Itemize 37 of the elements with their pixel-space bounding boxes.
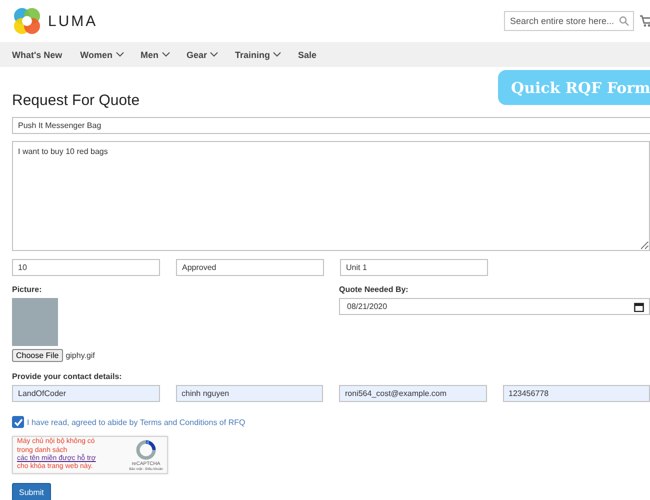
search-icon[interactable] [619, 16, 629, 26]
logo-text[interactable]: LUMA [48, 12, 98, 30]
agree-label[interactable]: I have read, agreed to abide by Terms and Conditions of RFQ [27, 418, 246, 426]
contact-field[interactable]: LandOfCoder [12, 385, 160, 402]
date-field[interactable]: 08/21/2020 [339, 298, 650, 315]
contact-field[interactable]: 123456778 [502, 385, 650, 402]
nav-menu-item[interactable]: Women [80, 50, 124, 60]
nav-menu-item[interactable]: Men [140, 50, 170, 60]
photo-placeholder [12, 298, 58, 346]
chevron-down-icon[interactable] [273, 52, 282, 57]
nav-menu-item[interactable]: Training [235, 50, 282, 60]
chevron-down-icon[interactable] [162, 52, 170, 57]
choose-file-button[interactable]: Choose File [12, 349, 63, 362]
chevron-down-icon[interactable] [116, 52, 124, 57]
recaptcha-icon [135, 439, 158, 461]
contact-label: Provide your contact details: [12, 372, 123, 381]
nav-menu-item[interactable]: Sale [298, 50, 317, 60]
message-textarea[interactable]: I want to buy 10 red bags [12, 141, 650, 251]
checkbox[interactable] [12, 416, 24, 428]
picture-label: Picture: [12, 285, 43, 294]
cart-icon[interactable] [640, 15, 650, 27]
logo-icon [12, 6, 42, 36]
contact-field[interactable]: chinh nguyen [176, 385, 323, 402]
input-field[interactable]: 10 [12, 259, 160, 276]
submit-button[interactable]: Submit [12, 483, 51, 500]
contact-field[interactable]: roni564_cost@example.com [339, 385, 486, 402]
search-field[interactable]: Search entire store here... [504, 11, 634, 31]
chevron-down-icon[interactable] [210, 52, 218, 57]
input-field[interactable]: Unit 1 [340, 259, 488, 276]
calendar-icon[interactable] [634, 302, 644, 312]
page-title: Request For Quote [12, 92, 141, 109]
date-label: Quote Needed By: [339, 285, 410, 294]
nav-menu-item[interactable]: What's New [12, 50, 62, 60]
product-field[interactable]: Push It Messenger Bag [12, 117, 650, 134]
file-name: giphy.gif [66, 351, 95, 360]
input-field[interactable]: Approved [176, 259, 324, 276]
nav-menu-item[interactable]: Gear [186, 50, 218, 60]
